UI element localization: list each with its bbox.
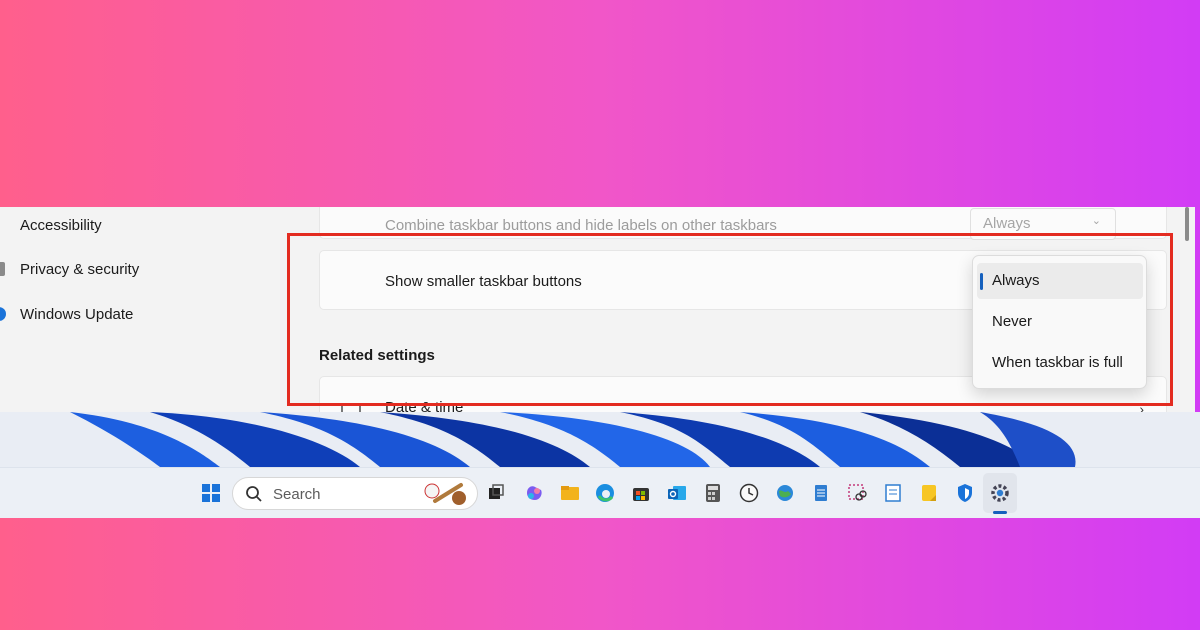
option-label: Always [992, 272, 1040, 289]
store-icon[interactable] [630, 482, 652, 504]
nav-item-label: Accessibility [20, 216, 102, 234]
taskbar: Search [0, 467, 1200, 518]
nav-item-accessibility[interactable]: Accessibility [0, 207, 290, 243]
combine-other-taskbars-select[interactable]: Always ⌄ [970, 208, 1116, 240]
option-never[interactable]: Never [977, 304, 1143, 340]
combine-other-taskbars-value: Always [983, 215, 1031, 232]
wordpad-icon[interactable] [882, 482, 904, 504]
option-label: When taskbar is full [992, 354, 1123, 371]
selection-indicator [980, 273, 983, 290]
defender-icon[interactable] [954, 482, 976, 504]
desktop-wallpaper [0, 412, 1200, 467]
option-label: Never [992, 313, 1033, 330]
settings-icon[interactable] [989, 482, 1011, 504]
clock-icon[interactable] [738, 482, 760, 504]
active-app-indicator [993, 511, 1007, 514]
show-smaller-taskbar-buttons-label: Show smaller taskbar buttons [385, 273, 582, 290]
calculator-icon[interactable] [702, 482, 724, 504]
weather-icon[interactable] [774, 482, 796, 504]
file-explorer-icon[interactable] [559, 482, 581, 504]
scrollbar[interactable] [1185, 207, 1189, 241]
windows-update-icon [0, 307, 6, 321]
search-icon [246, 486, 262, 502]
search-placeholder: Search [273, 486, 321, 503]
settings-nav: Accessibility Privacy & security Windows… [0, 207, 300, 414]
nav-item-label: Windows Update [20, 305, 134, 323]
notepad-icon[interactable] [810, 482, 832, 504]
background-band [0, 518, 1200, 630]
bloom-wallpaper-graphic [70, 412, 1076, 467]
combine-other-taskbars-row[interactable]: Combine taskbar buttons and hide labels … [319, 207, 1167, 240]
taskbar-size-dropdown: Always Never When taskbar is full [972, 255, 1147, 389]
nav-item-label: Privacy & security [20, 260, 140, 278]
outlook-icon[interactable] [666, 482, 688, 504]
copilot-icon[interactable] [523, 482, 545, 504]
task-view-icon[interactable] [485, 482, 507, 504]
nav-item-privacy-security[interactable]: Privacy & security [0, 251, 290, 287]
taskbar-search-box[interactable]: Search [232, 477, 478, 510]
option-always[interactable]: Always [977, 263, 1143, 299]
related-settings-heading: Related settings [319, 347, 435, 364]
start-icon[interactable] [200, 482, 222, 504]
sticky-notes-icon[interactable] [918, 482, 940, 504]
shield-icon [0, 262, 5, 276]
edge-icon[interactable] [594, 482, 616, 504]
combine-other-taskbars-label: Combine taskbar buttons and hide labels … [385, 217, 777, 234]
option-when-taskbar-is-full[interactable]: When taskbar is full [977, 345, 1143, 381]
search-highlight-badge-icon [424, 483, 466, 505]
chevron-down-icon: ⌄ [1091, 215, 1101, 227]
nav-item-windows-update[interactable]: Windows Update [0, 296, 290, 332]
snipping-tool-icon[interactable] [846, 482, 868, 504]
